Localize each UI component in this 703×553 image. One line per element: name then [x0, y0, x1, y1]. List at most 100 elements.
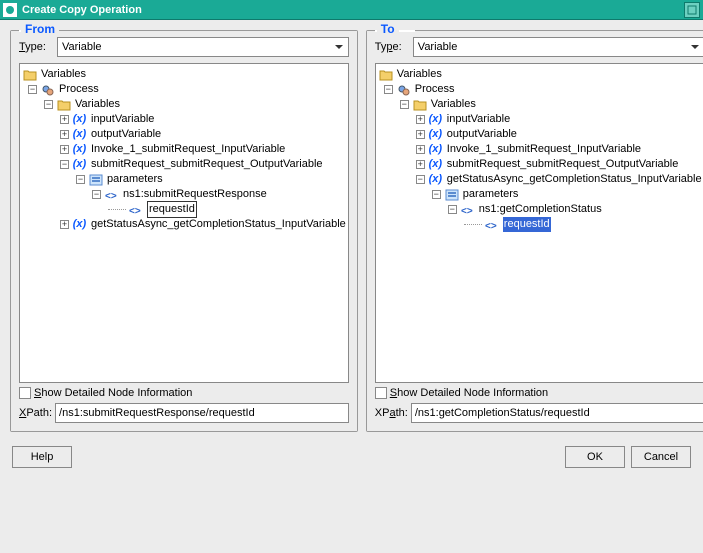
tree-node-label: inputVariable: [91, 112, 154, 127]
tree-node-label: outputVariable: [447, 127, 517, 142]
collapse-icon[interactable]: [28, 85, 37, 94]
tree-item[interactable]: (x) Invoke_1_submitRequest_InputVariable: [378, 142, 702, 157]
to-xpath-input[interactable]: [411, 403, 703, 423]
window-title: Create Copy Operation: [22, 4, 684, 16]
collapse-icon[interactable]: [432, 190, 441, 199]
tree-node-label: Variables: [397, 67, 442, 82]
tree-item[interactable]: (x) getStatusAsync_getCompletionStatus_I…: [22, 217, 346, 232]
variable-icon: (x): [428, 113, 444, 127]
variable-icon: (x): [72, 128, 88, 142]
tree-node-label: parameters: [107, 172, 163, 187]
variable-icon: (x): [428, 128, 444, 142]
process-icon: [40, 83, 56, 97]
tree-root[interactable]: Variables: [378, 67, 702, 82]
tree-leaf-selected[interactable]: <> requestId: [378, 217, 702, 232]
collapse-icon[interactable]: [416, 175, 425, 184]
main-panels: From Type: Variable Variables Process: [0, 20, 703, 442]
to-type-label: Type:: [375, 41, 409, 53]
tree-node-label: Invoke_1_submitRequest_InputVariable: [447, 142, 641, 157]
collapse-icon[interactable]: [76, 175, 85, 184]
collapse-icon[interactable]: [384, 85, 393, 94]
tree-element[interactable]: <> ns1:submitRequestResponse: [22, 187, 346, 202]
process-icon: [396, 83, 412, 97]
from-type-select[interactable]: Variable: [57, 37, 349, 57]
variable-icon: (x): [428, 143, 444, 157]
expand-icon[interactable]: [416, 145, 425, 154]
cancel-button[interactable]: Cancel: [631, 446, 691, 468]
tree-node-label: requestId: [147, 201, 197, 218]
tree-item[interactable]: (x) outputVariable: [22, 127, 346, 142]
tree-node-label: ns1:submitRequestResponse: [123, 187, 267, 202]
tree-root[interactable]: Variables: [22, 67, 346, 82]
collapse-icon[interactable]: [400, 100, 409, 109]
to-type-value: Variable: [418, 41, 458, 53]
folder-icon: [412, 98, 428, 112]
from-type-label: Type:: [19, 41, 53, 53]
tree-variables-folder[interactable]: Variables: [22, 97, 346, 112]
tree-connector: [464, 224, 482, 225]
tree-connector: [108, 209, 126, 210]
expand-icon[interactable]: [60, 145, 69, 154]
to-detail-checkbox[interactable]: [375, 387, 387, 399]
tree-node-label: Variables: [75, 97, 120, 112]
from-tree[interactable]: Variables Process Variables (x) inputVar…: [19, 63, 349, 383]
tree-item[interactable]: (x) outputVariable: [378, 127, 702, 142]
expand-icon[interactable]: [416, 160, 425, 169]
help-button[interactable]: Help: [12, 446, 72, 468]
variable-icon: (x): [72, 158, 88, 172]
expand-icon[interactable]: [60, 220, 69, 229]
titlebar: Create Copy Operation: [0, 0, 703, 20]
tree-node-label: getStatusAsync_getCompletionStatus_Input…: [447, 172, 702, 187]
tree-element[interactable]: <> ns1:getCompletionStatus: [378, 202, 702, 217]
collapse-icon[interactable]: [60, 160, 69, 169]
collapse-icon[interactable]: [44, 100, 53, 109]
collapse-icon[interactable]: [92, 190, 101, 199]
svg-text:<>: <>: [129, 206, 141, 216]
svg-text:<>: <>: [105, 191, 117, 201]
tree-leaf[interactable]: <> requestId: [22, 202, 346, 217]
folder-icon: [378, 68, 394, 82]
expand-icon[interactable]: [416, 130, 425, 139]
element-icon: <>: [104, 188, 120, 202]
expand-icon[interactable]: [416, 115, 425, 124]
svg-text:<>: <>: [461, 206, 473, 216]
to-type-select[interactable]: Variable: [413, 37, 703, 57]
tree-parameters[interactable]: parameters: [22, 172, 346, 187]
from-panel: From Type: Variable Variables Process: [10, 30, 358, 432]
tree-node-label: getStatusAsync_getCompletionStatus_Input…: [91, 217, 346, 232]
footer: Help OK Cancel: [0, 442, 703, 480]
tree-item[interactable]: (x) submitRequest_submitRequest_OutputVa…: [378, 157, 702, 172]
to-xpath-label: XPath:: [375, 407, 408, 419]
tree-node-label: Invoke_1_submitRequest_InputVariable: [91, 142, 285, 157]
to-tree[interactable]: Variables Process Variables (x) inputVar…: [375, 63, 703, 383]
to-panel-title: To: [377, 22, 399, 36]
collapse-icon[interactable]: [448, 205, 457, 214]
tree-item[interactable]: (x) inputVariable: [22, 112, 346, 127]
tree-item[interactable]: (x) inputVariable: [378, 112, 702, 127]
from-detail-checkbox[interactable]: [19, 387, 31, 399]
expand-icon[interactable]: [60, 115, 69, 124]
ok-button[interactable]: OK: [565, 446, 625, 468]
tree-node-label: Process: [415, 82, 455, 97]
expand-icon[interactable]: [60, 130, 69, 139]
tree-variables-folder[interactable]: Variables: [378, 97, 702, 112]
window-control-icon[interactable]: [684, 2, 700, 18]
tree-node-label: Variables: [431, 97, 476, 112]
tree-parameters[interactable]: parameters: [378, 187, 702, 202]
variable-icon: (x): [428, 173, 444, 187]
variable-icon: (x): [72, 218, 88, 232]
tree-node-label: outputVariable: [91, 127, 161, 142]
folder-icon: [56, 98, 72, 112]
from-xpath-input[interactable]: [55, 403, 349, 423]
variable-icon: (x): [72, 113, 88, 127]
tree-item-expanded[interactable]: (x) submitRequest_submitRequest_OutputVa…: [22, 157, 346, 172]
tree-node-label: Process: [59, 82, 99, 97]
message-part-icon: [88, 173, 104, 187]
tree-item[interactable]: (x) Invoke_1_submitRequest_InputVariable: [22, 142, 346, 157]
tree-node-label: submitRequest_submitRequest_OutputVariab…: [91, 157, 323, 172]
tree-process[interactable]: Process: [22, 82, 346, 97]
element-icon: <>: [484, 218, 500, 232]
tree-process[interactable]: Process: [378, 82, 702, 97]
message-part-icon: [444, 188, 460, 202]
tree-item-expanded[interactable]: (x) getStatusAsync_getCompletionStatus_I…: [378, 172, 702, 187]
